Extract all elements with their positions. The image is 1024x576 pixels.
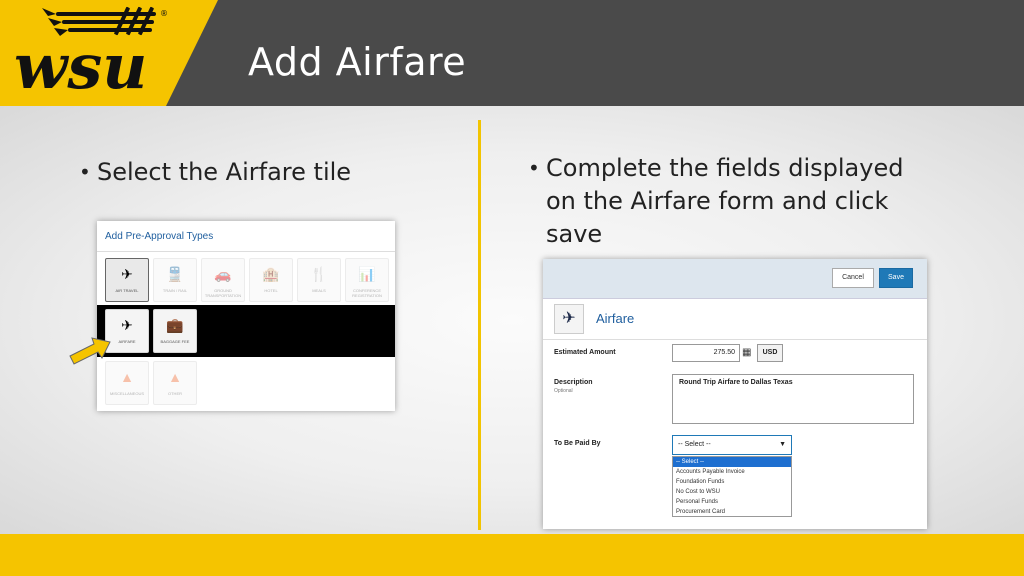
suitcase-icon: 💼	[166, 317, 184, 333]
form-separator	[543, 339, 927, 340]
form-heading: Airfare	[596, 311, 635, 326]
description-label: Description	[554, 379, 593, 386]
dropdown-option[interactable]: No Cost to WSU	[673, 487, 791, 497]
tile-label: GROUND TRANSPORTATION	[204, 288, 242, 298]
column-divider	[478, 120, 481, 530]
description-textarea[interactable]: Round Trip Airfare to Dallas Texas	[672, 374, 914, 424]
paid-by-selected-value: -- Select --	[678, 441, 711, 448]
paid-by-dropdown-list: -- Select -- Accounts Payable Invoice Fo…	[672, 456, 792, 517]
airplane-icon: ✈	[121, 266, 133, 282]
slide-header: wsu ® Add Airfare	[0, 0, 1024, 106]
form-toolbar: Cancel Save	[543, 259, 927, 299]
svg-text:®: ®	[160, 9, 168, 18]
tile-ground-transportation[interactable]: 🚗 GROUND TRANSPORTATION	[201, 258, 245, 302]
bullet-right: • Complete the fields displayed on the A…	[528, 152, 926, 251]
chevron-down-icon: ▼	[779, 441, 786, 448]
shapes-icon: ▲	[168, 369, 182, 385]
paid-by-label: To Be Paid By	[554, 440, 601, 447]
estimated-amount-input[interactable]: 275.50	[672, 344, 740, 362]
dropdown-option[interactable]: Foundation Funds	[673, 477, 791, 487]
train-icon: 🚆	[166, 266, 184, 282]
paid-by-select[interactable]: -- Select -- ▼	[672, 435, 792, 455]
meals-icon: 🍴	[310, 266, 328, 282]
conference-icon: 📊	[358, 266, 376, 282]
tile-air-travel[interactable]: ✈ AIR TRAVEL	[105, 258, 149, 302]
bullet-marker: •	[79, 160, 91, 184]
shapes-icon: ▲	[120, 369, 134, 385]
footer-bar	[0, 534, 1024, 576]
tile-hotel[interactable]: 🏨 HOTEL	[249, 258, 293, 302]
svg-text:wsu: wsu	[14, 30, 147, 103]
bullet-marker: •	[528, 156, 540, 180]
panel-title: Add Pre-Approval Types	[105, 231, 214, 242]
airfare-form-panel: Cancel Save ✈ Airfare Estimated Amount 2…	[543, 259, 927, 529]
bullet-left: • Select the Airfare tile	[79, 156, 352, 189]
airplane-icon: ✈	[554, 304, 584, 334]
wsu-logo: wsu ®	[0, 0, 232, 106]
dropdown-option[interactable]: Personal Funds	[673, 497, 791, 507]
save-button[interactable]: Save	[879, 268, 913, 288]
dropdown-option[interactable]: Procurement Card	[673, 507, 791, 517]
currency-selector[interactable]: USD	[757, 344, 783, 362]
tile-train-rail[interactable]: 🚆 TRAIN / RAIL	[153, 258, 197, 302]
estimated-amount-label: Estimated Amount	[554, 349, 616, 356]
tile-label: MISCELLANEOUS	[109, 391, 144, 396]
dropdown-option[interactable]: -- Select --	[673, 457, 791, 467]
cancel-button[interactable]: Cancel	[832, 268, 874, 288]
tile-meals[interactable]: 🍴 MEALS	[297, 258, 341, 302]
tile-label: HOTEL	[264, 288, 278, 293]
tile-label: AIR TRAVEL	[115, 288, 139, 293]
pointer-arrow-icon	[69, 337, 111, 365]
tile-label: BAGGAGE FEE	[160, 339, 190, 344]
tile-other[interactable]: ▲ OTHER	[153, 361, 197, 405]
description-optional-label: Optional	[554, 388, 573, 394]
tile-baggage-fee[interactable]: 💼 BAGGAGE FEE	[153, 309, 197, 353]
tile-label: AIRFARE	[118, 339, 136, 344]
car-icon: 🚗	[214, 266, 232, 282]
tile-label: TRAIN / RAIL	[162, 288, 188, 293]
bullet-right-text: Complete the fields displayed on the Air…	[546, 154, 904, 248]
dropdown-option[interactable]: Accounts Payable Invoice	[673, 467, 791, 477]
slide-title: Add Airfare	[248, 40, 467, 84]
tile-label: CONFERENCE REGISTRATION	[352, 288, 382, 298]
calculator-icon[interactable]: ▦	[742, 347, 751, 359]
tile-label: OTHER	[168, 391, 182, 396]
panel-separator	[97, 251, 395, 252]
tile-label: MEALS	[312, 288, 326, 293]
bullet-left-text: Select the Airfare tile	[97, 158, 352, 186]
airplane-icon: ✈	[121, 317, 133, 333]
hotel-icon: 🏨	[262, 266, 280, 282]
pre-approval-types-panel: Add Pre-Approval Types ✈ AIR TRAVEL 🚆 TR…	[97, 221, 395, 411]
tile-conference-registration[interactable]: 📊 CONFERENCE REGISTRATION	[345, 258, 389, 302]
